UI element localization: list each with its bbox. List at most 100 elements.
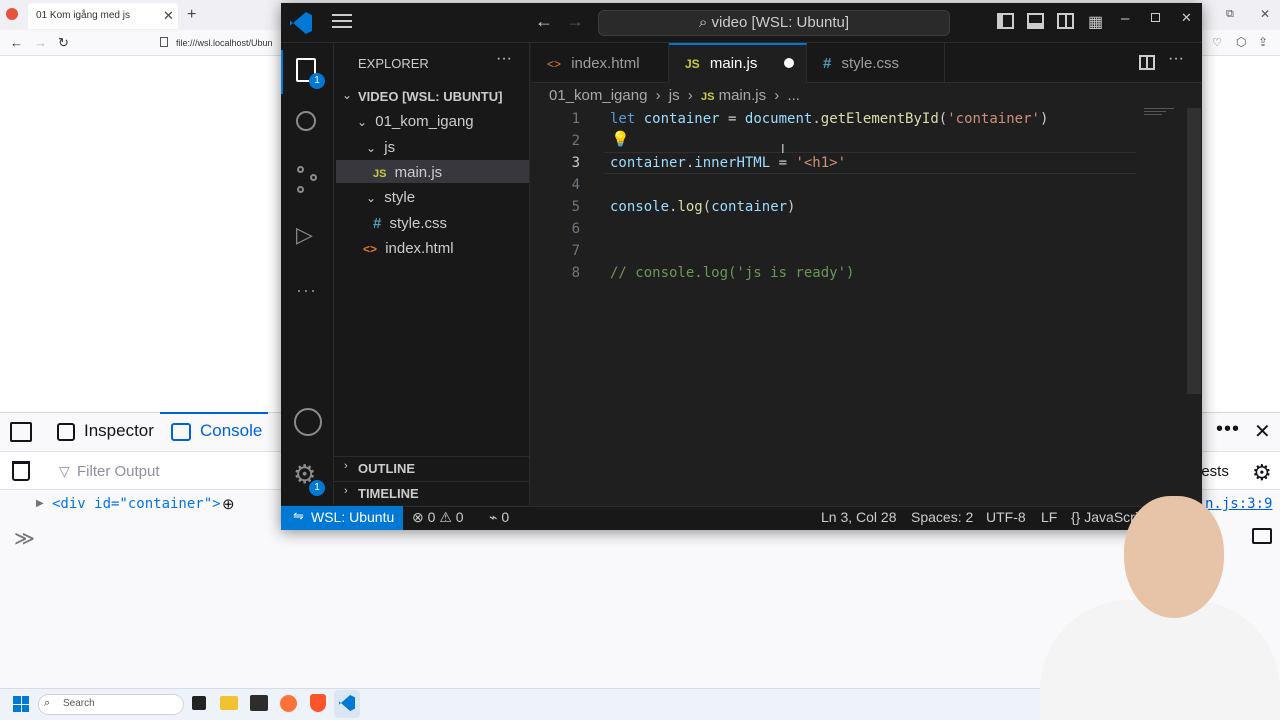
code-line-8[interactable]: // console.log('js is ready') [610,265,854,281]
line-number: 7 [571,243,580,259]
error-icon: ⊗ [412,509,424,525]
breadcrumb-folder[interactable]: 01_kom_igang [549,87,647,104]
close-vscode-icon[interactable]: ✕ [1181,10,1192,26]
indentation[interactable]: Spaces: 2 [911,509,973,525]
pocket-icon[interactable]: ♡ [1212,36,1222,49]
nav-forward-icon[interactable]: → [566,11,584,32]
explorer-more-icon[interactable]: ··· [496,50,512,68]
editor-more-icon[interactable]: ··· [1168,50,1184,68]
tab-console[interactable]: Console [200,421,262,441]
tree-item-style-css[interactable]: # style.css [373,215,447,232]
task-view-icon[interactable] [192,696,206,710]
cursor-position[interactable]: Ln 3, Col 28 [821,509,897,525]
tree-item-01-kom-igang[interactable]: ⌄ 01_kom_igang [357,113,474,130]
code-line-3[interactable]: container.innerHTML = '<h1>' [610,155,846,171]
tab-label: index.html [571,55,640,72]
element-picker-icon[interactable] [10,422,32,442]
command-center-label: video [WSL: Ubuntu] [711,14,850,31]
extensions-icon[interactable]: ⬡ [1236,35,1246,49]
code-token: innerHTML [694,155,771,171]
language-mode[interactable]: {} JavaScri [1071,509,1138,525]
breadcrumb-more[interactable]: ... [787,87,800,104]
close-window-icon[interactable]: ✕ [1260,7,1270,21]
tree-item-label: 01_kom_igang [375,113,474,130]
search-icon[interactable] [296,111,316,131]
brave-icon[interactable] [310,694,326,712]
more-options-icon[interactable]: ••• [1216,418,1240,441]
toggle-sidebar-icon[interactable] [997,13,1014,29]
encoding[interactable]: UTF-8 [986,509,1026,525]
console-input-prompt[interactable]: ≫ [14,526,35,551]
toggle-secondary-sidebar-icon[interactable] [1057,13,1074,29]
run-debug-icon[interactable]: ▷ [296,222,313,248]
forward-arrow-icon[interactable]: → [34,35,47,50]
filter-output-input[interactable]: Filter Output [77,463,160,480]
split-editor-icon[interactable] [1139,55,1155,70]
terminal-icon[interactable] [250,695,268,711]
taskbar-search-box[interactable]: Search [38,694,184,715]
remote-indicator[interactable]: ⇋ WSL: Ubuntu [281,506,403,530]
problems-indicator[interactable]: ⊗ 0 ⚠ 0 [412,509,464,526]
toggle-panel-icon[interactable] [1027,13,1044,29]
more-views-icon[interactable]: ··· [296,280,317,301]
tab-main-js[interactable]: JS main.js [669,43,807,83]
timeline-section[interactable]: TIMELINE [358,486,419,501]
code-token: = [770,155,796,171]
close-tab-icon[interactable]: ✕ [163,8,174,24]
breadcrumb-file[interactable]: main.js [719,87,767,104]
minimap[interactable] [1144,108,1178,120]
tab-index-html[interactable]: <> index.html [531,43,669,83]
editor-scrollbar[interactable] [1187,108,1201,394]
chevron-down-icon[interactable]: ⌄ [342,88,352,102]
code-line-5[interactable]: console.log(container) [610,199,795,215]
html-file-icon: <> [363,242,378,256]
customize-layout-icon[interactable]: ▦ [1088,12,1103,32]
split-console-icon[interactable] [1252,528,1272,544]
command-center[interactable]: ⌕ video [WSL: Ubuntu] [598,10,950,36]
tab-inspector[interactable]: Inspector [84,421,154,441]
chevron-down-icon: ⌄ [357,115,368,129]
nav-back-icon[interactable]: ← [535,11,553,32]
new-tab-icon[interactable]: + [187,6,196,24]
tree-item-js-folder[interactable]: ⌄ js [366,139,395,156]
workspace-root[interactable]: VIDEO [WSL: UBUNTU] [358,89,502,104]
console-log-entry[interactable]: <div id="container"> [52,496,221,512]
file-explorer-icon[interactable] [220,696,238,710]
accounts-icon[interactable] [294,408,322,436]
breadcrumb-subfolder[interactable]: js [669,87,680,104]
tree-item-main-js[interactable]: JS main.js [373,164,442,181]
outline-section[interactable]: OUTLINE [358,461,415,476]
inspect-node-icon[interactable]: ⊕ [222,495,235,513]
browser-tab[interactable]: 01 Kom igång med js [28,3,178,29]
share-icon[interactable]: ⇪ [1258,35,1268,49]
code-token: container [610,155,686,171]
menu-hamburger-icon[interactable] [332,14,352,28]
trash-icon[interactable] [12,461,30,481]
console-source-link[interactable]: n.js:3:9 [1205,496,1272,512]
js-file-icon: JS [700,91,715,103]
source-control-icon[interactable] [297,166,317,194]
css-file-icon: # [373,215,382,232]
minimize-icon[interactable]: – [1121,10,1129,27]
code-token: . [812,111,821,127]
tree-item-style-folder[interactable]: ⌄ style [366,189,415,206]
back-arrow-icon[interactable]: ← [10,35,23,50]
reload-icon[interactable]: ↻ [58,35,69,51]
code-line-1[interactable]: let container = document.getElementById(… [610,111,1048,127]
settings-gear-icon[interactable]: ⚙ [1252,460,1272,486]
maximize-icon[interactable] [1151,13,1160,22]
tree-item-index-html[interactable]: <> index.html [363,240,454,257]
end-of-line[interactable]: LF [1041,509,1057,525]
code-editor[interactable] [531,83,1202,505]
expand-arrow-icon[interactable]: ▶ [36,498,44,509]
restore-window-icon[interactable]: ⧉ [1226,8,1234,21]
lightbulb-icon[interactable]: 💡 [611,130,630,148]
url-input[interactable]: file:///wsl.localhost/Ubun [176,38,273,48]
ports-indicator[interactable]: ⌁ 0 [489,509,509,526]
windows-start-icon[interactable] [13,696,29,712]
tab-style-css[interactable]: # style.css [807,43,945,83]
unsaved-dot-icon[interactable] [784,58,794,68]
line-number: 1 [571,111,580,127]
firefox-icon[interactable] [280,695,297,712]
close-devtools-icon[interactable]: ✕ [1254,419,1271,444]
